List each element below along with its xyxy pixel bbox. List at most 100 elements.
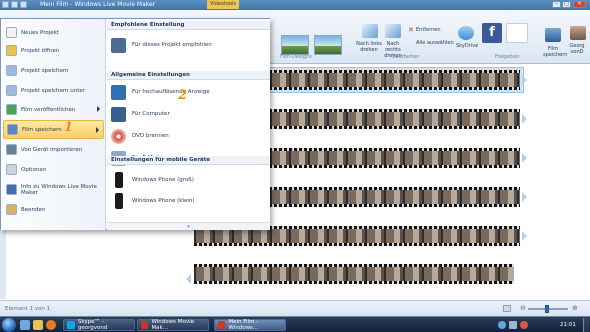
submenu-section-heading: Allgemeine Einstellungen [107, 71, 270, 80]
import-icon [6, 144, 17, 155]
app-menu-item[interactable]: Info zu Windows Live Movie Maker [3, 180, 104, 199]
app-menu-item-label: Projekt öffnen [21, 47, 60, 54]
tray-network-icon[interactable] [498, 321, 506, 329]
rotate-left-icon[interactable] [362, 24, 378, 38]
submenu-scroll-down-button[interactable]: ▾ [107, 222, 270, 230]
show-desktop-button[interactable] [583, 318, 589, 332]
save-project-icon [6, 65, 17, 76]
explorer-icon[interactable] [33, 320, 43, 330]
annotation-number-1: 1 [64, 120, 74, 135]
app-menu-item[interactable]: Film veröffentlichen [3, 100, 104, 119]
submenu-item[interactable]: Für hochauflösende Anzeige [111, 82, 266, 102]
chevron-right-icon [97, 106, 100, 112]
submenu-item[interactable]: DVD brennen [111, 126, 266, 146]
clock[interactable]: 21:01 [560, 322, 576, 328]
maximize-button[interactable]: □ [562, 1, 571, 8]
taskbar-button[interactable]: Mein Film - Windows... [214, 319, 286, 331]
window-title: Mein Film - Windows Live Movie Maker [40, 1, 156, 8]
youtube-icon[interactable] [506, 23, 528, 43]
app-menu: Neues Projekt Projekt öffnen Projekt speic… [0, 18, 270, 230]
status-bar: Element 1 von 1 ⊖ ⊕ [0, 300, 590, 316]
status-text: Element 1 von 1 [5, 306, 51, 312]
close-button[interactable]: ✕ [573, 1, 586, 8]
dvd-icon [111, 128, 126, 144]
info-icon [6, 184, 17, 195]
skydrive-icon[interactable] [458, 26, 474, 40]
minimize-button[interactable]: – [552, 1, 561, 8]
submenu-item[interactable]: Windows Phone (klein) [111, 191, 266, 211]
remove-icon[interactable]: ✕ [408, 26, 414, 34]
app-menu-item-label: Optionen [21, 166, 47, 173]
submenu-item[interactable]: Für dieses Projekt empfohlen [111, 35, 266, 55]
app-menu-item[interactable]: Projekt speichern [3, 61, 104, 80]
app-menu-item[interactable]: Projekt öffnen [3, 41, 104, 60]
tray-volume-icon[interactable] [509, 321, 517, 329]
save-movie-label[interactable]: Film speichern [543, 46, 567, 58]
submenu-item-label: Für dieses Projekt empfohlen [132, 42, 212, 48]
zoom-in-icon[interactable]: ⊕ [572, 304, 578, 312]
publish-icon [6, 104, 17, 115]
taskbar: Skype™ - georgvond Windows Movie Mak... Me… [0, 316, 590, 332]
undo-icon[interactable] [11, 1, 18, 8]
save-icon[interactable] [2, 1, 9, 8]
theme-thumbnail[interactable] [281, 35, 309, 55]
media-player-icon[interactable] [46, 320, 56, 330]
strip-start-arrow [186, 274, 191, 284]
zoom-out-icon[interactable]: ⊖ [520, 304, 526, 312]
skydrive-label[interactable]: SkyDrive [456, 43, 478, 49]
strip-continue-arrow [522, 192, 527, 202]
storyboard-view-icon[interactable] [503, 305, 511, 312]
taskbar-button-label: Skype™ - georgvond [77, 319, 108, 331]
submenu-item-label: Windows Phone (groß) [132, 177, 194, 183]
taskbar-button[interactable]: Windows Movie Mak... [137, 319, 209, 331]
app-menu-item-label: Neues Projekt [21, 29, 59, 36]
computer-icon [111, 106, 126, 122]
hd-display-icon [111, 84, 126, 100]
taskbar-button[interactable]: Skype™ - georgvond [63, 319, 135, 331]
app-menu-item-label: Beenden [21, 206, 46, 213]
app-menu-item[interactable]: Film speichern [3, 120, 104, 139]
user-name[interactable]: Georg vonD [566, 43, 588, 55]
options-icon [6, 164, 17, 175]
app-menu-item-label: Film veröffentlichen [21, 106, 76, 113]
submenu-item[interactable]: Windows Phone (groß) [111, 170, 266, 190]
save-movie-icon[interactable] [545, 28, 561, 42]
app-menu-item-label: Von Gerät importieren [21, 146, 83, 153]
facebook-icon[interactable]: f [482, 23, 502, 43]
strip-continue-arrow [522, 231, 527, 241]
submenu-item-label: Für hochauflösende Anzeige [132, 89, 210, 95]
submenu-section-heading: Empfohlene Einstellung [107, 21, 270, 30]
save-movie-submenu: Empfohlene Einstellung Für dieses Projekt… [107, 19, 270, 230]
start-button[interactable] [2, 318, 16, 332]
save-as-icon [6, 85, 17, 96]
submenu-section-heading: Einstellungen für mobile Geräte [107, 156, 270, 165]
zoom-slider-thumb[interactable] [545, 305, 549, 313]
app-menu-item[interactable]: Beenden [3, 200, 104, 219]
taskbar-button-label: Mein Film - Windows... [228, 319, 259, 331]
app-menu-item[interactable]: Von Gerät importieren [3, 140, 104, 159]
rotate-right-icon[interactable] [385, 24, 401, 38]
redo-icon[interactable] [20, 1, 27, 8]
select-all-label[interactable]: Alle auswählen [416, 40, 454, 46]
tray-app-icon[interactable] [520, 321, 528, 329]
save-movie-icon [7, 124, 18, 135]
ie-icon[interactable] [20, 320, 30, 330]
clip-strip[interactable] [194, 264, 514, 284]
app-menu-item-label: Film speichern [22, 126, 62, 133]
app-menu-item[interactable]: Optionen [3, 160, 104, 179]
app-menu-item[interactable]: Projekt speichern unter [3, 81, 104, 100]
theme-thumbnail[interactable] [314, 35, 342, 55]
app-menu-item[interactable]: Neues Projekt [3, 23, 104, 42]
submenu-item-label: Windows Phone (klein) [132, 198, 195, 204]
chevron-right-icon [96, 127, 99, 133]
strip-continue-arrow [522, 153, 527, 163]
app-menu-commands: Neues Projekt Projekt öffnen Projekt speic… [1, 19, 106, 230]
submenu-item-label: DVD brennen [132, 133, 169, 139]
submenu-item[interactable]: Für Computer [111, 104, 266, 124]
remove-label[interactable]: Entfernen [416, 27, 441, 33]
movie-maker-icon [218, 321, 226, 329]
new-project-icon [6, 27, 17, 38]
context-tab-label[interactable]: Videotools [207, 0, 240, 9]
phone-large-icon [115, 172, 123, 188]
user-avatar[interactable] [570, 26, 586, 40]
